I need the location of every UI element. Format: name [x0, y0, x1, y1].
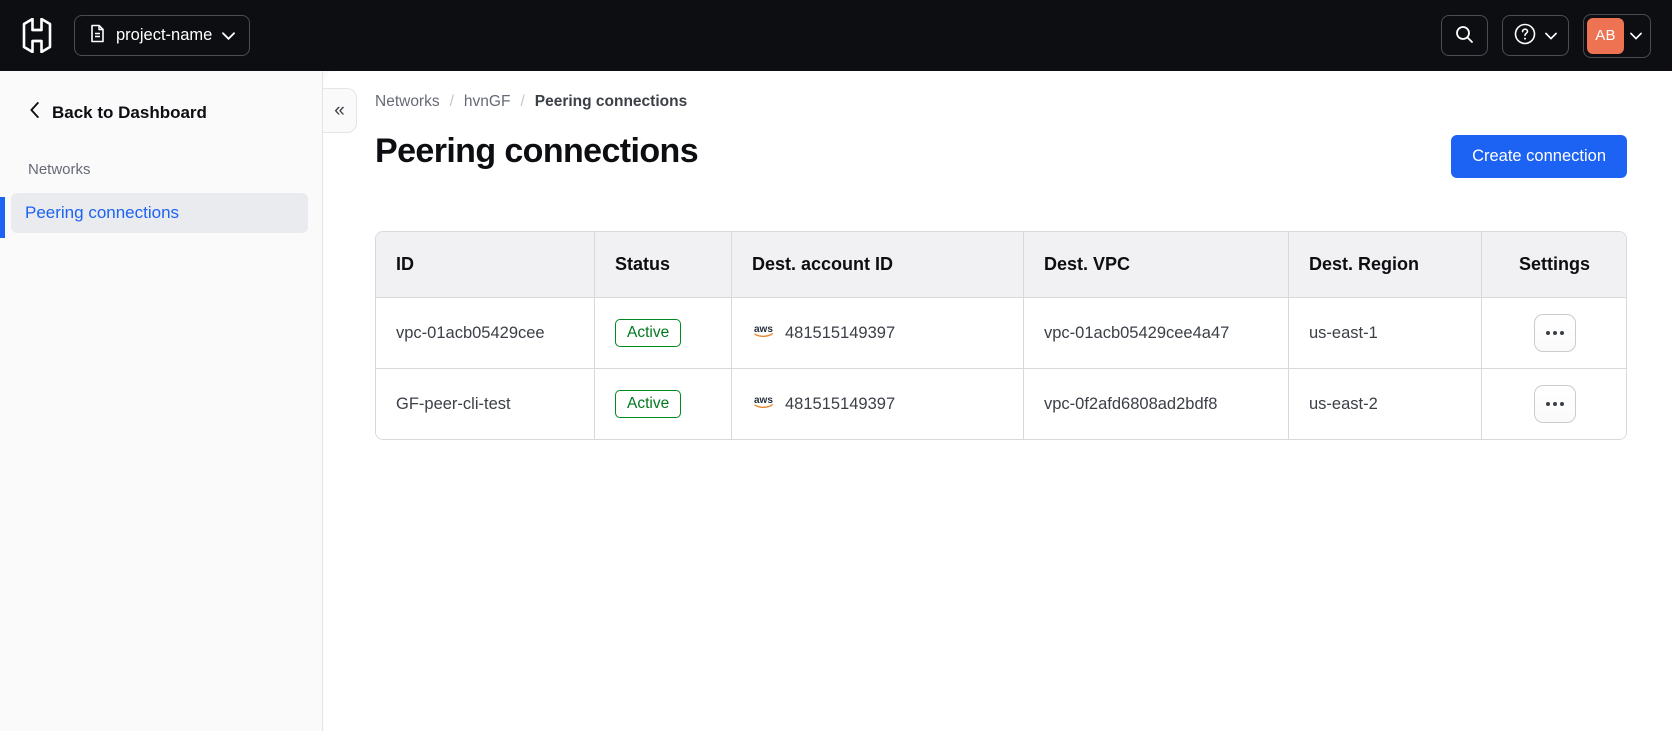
status-badge: Active: [615, 390, 682, 418]
cell-dest-vpc: vpc-01acb05429cee4a47: [1023, 297, 1288, 368]
back-to-dashboard-link[interactable]: Back to Dashboard: [30, 102, 322, 123]
back-to-dashboard-label: Back to Dashboard: [52, 102, 207, 122]
collapse-chevrons-icon: «: [334, 99, 345, 121]
sidebar-item-label: Peering connections: [25, 203, 180, 222]
status-badge: Active: [615, 319, 682, 347]
project-switcher[interactable]: project-name: [74, 15, 251, 56]
breadcrumb-current: Peering connections: [534, 93, 688, 110]
cell-settings: [1481, 297, 1626, 368]
help-menu-button[interactable]: [1502, 15, 1569, 56]
svg-text:aws: aws: [754, 395, 773, 406]
peering-connections-table: ID Status Dest. account ID Dest. VPC Des…: [375, 231, 1627, 440]
chevron-down-icon: [1545, 28, 1557, 43]
project-switcher-label: project-name: [116, 26, 213, 44]
main-content: Networks / hvnGF / Peering connections P…: [324, 71, 1672, 731]
breadcrumb-separator: /: [449, 93, 454, 110]
page-title: Peering connections: [375, 132, 699, 170]
column-header-dest-region: Dest. Region: [1288, 232, 1481, 297]
table-row: GF-peer-cli-test Active aws 481515149397: [376, 368, 1626, 439]
breadcrumb-networks[interactable]: Networks: [375, 93, 440, 111]
chevron-down-icon: [1630, 28, 1642, 43]
cell-status: Active: [594, 368, 731, 439]
cell-id: GF-peer-cli-test: [376, 368, 594, 439]
column-header-id: ID: [376, 232, 594, 297]
sidebar-section-networks: Networks: [28, 161, 91, 178]
search-button[interactable]: [1441, 15, 1488, 56]
search-icon: [1455, 25, 1474, 47]
account-id-value: 481515149397: [785, 323, 896, 342]
column-header-dest-vpc: Dest. VPC: [1023, 232, 1288, 297]
help-icon: [1514, 23, 1536, 48]
table-header-row: ID Status Dest. account ID Dest. VPC Des…: [376, 232, 1626, 297]
sidebar: Back to Dashboard Networks Peering conne…: [0, 71, 323, 731]
active-item-indicator: [0, 197, 5, 238]
document-icon: [89, 24, 106, 48]
column-header-settings: Settings: [1481, 232, 1626, 297]
top-navbar: project-name AB: [0, 0, 1672, 71]
row-settings-menu-button[interactable]: [1533, 314, 1576, 352]
aws-icon: aws: [752, 394, 776, 414]
user-menu-button[interactable]: AB: [1583, 13, 1651, 58]
chevron-left-icon: [30, 102, 39, 123]
cell-dest-region: us-east-2: [1288, 368, 1481, 439]
sidebar-item-peering-connections[interactable]: Peering connections: [11, 193, 308, 233]
breadcrumb-hvn[interactable]: hvnGF: [464, 93, 511, 111]
cell-dest-account-id: aws 481515149397: [731, 297, 1023, 368]
hashicorp-logo-icon[interactable]: [21, 18, 53, 53]
column-header-dest-account-id: Dest. account ID: [731, 232, 1023, 297]
cell-dest-region: us-east-1: [1288, 297, 1481, 368]
breadcrumb: Networks / hvnGF / Peering connections: [375, 93, 1627, 111]
breadcrumb-separator: /: [520, 93, 525, 110]
svg-text:aws: aws: [754, 324, 773, 335]
cell-dest-account-id: aws 481515149397: [731, 368, 1023, 439]
account-id-value: 481515149397: [785, 394, 896, 413]
cell-dest-vpc: vpc-0f2afd6808ad2bdf8: [1023, 368, 1288, 439]
chevron-down-icon: [222, 26, 236, 45]
sidebar-collapse-button[interactable]: «: [323, 88, 357, 133]
create-connection-button[interactable]: Create connection: [1451, 135, 1627, 178]
table-row: vpc-01acb05429cee Active aws 48151514939…: [376, 297, 1626, 368]
row-settings-menu-button[interactable]: [1533, 385, 1576, 423]
avatar: AB: [1587, 17, 1624, 54]
cell-settings: [1481, 368, 1626, 439]
aws-icon: aws: [752, 323, 776, 343]
column-header-status: Status: [594, 232, 731, 297]
cell-id: vpc-01acb05429cee: [376, 297, 594, 368]
cell-status: Active: [594, 297, 731, 368]
